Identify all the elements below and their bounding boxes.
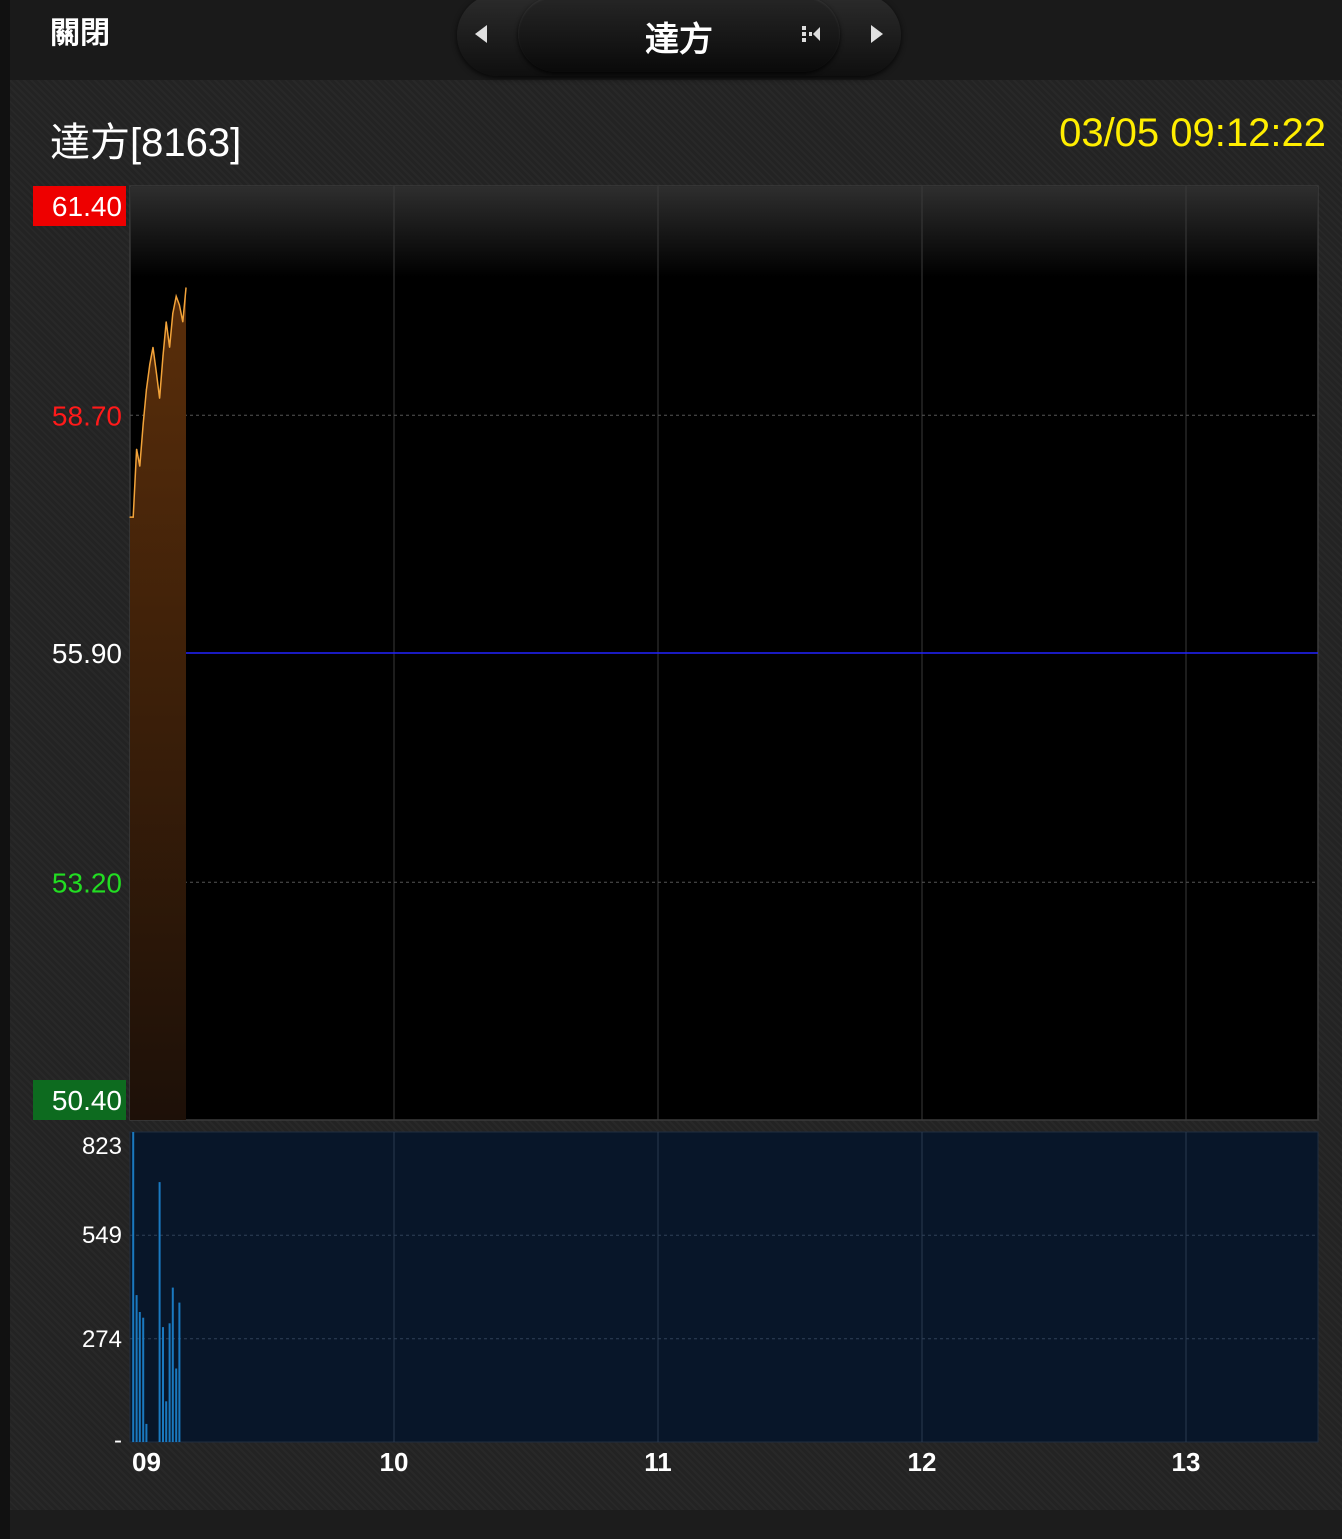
time-tick-label: 12	[908, 1447, 937, 1477]
price-point	[136, 448, 138, 450]
volume-bar	[171, 1287, 174, 1442]
volume-bar	[165, 1401, 168, 1442]
volume-tick-label: -	[114, 1427, 122, 1454]
price-point	[162, 355, 164, 357]
price-point	[185, 287, 187, 289]
price-tick-label: 55.90	[52, 638, 122, 669]
volume-plot-area	[129, 1131, 1319, 1443]
price-point	[149, 363, 151, 365]
price-point	[142, 423, 144, 425]
volume-bar	[175, 1368, 178, 1442]
price-tick-label: 53.20	[52, 867, 122, 898]
volume-bar	[162, 1327, 164, 1442]
price-point	[178, 304, 180, 306]
price-point	[169, 346, 171, 348]
intraday-chart: 61.40 58.70 55.90 53.20 50.40 823 549 274 - 09 1…	[33, 185, 1319, 1477]
time-tick-label: 11	[644, 1447, 672, 1477]
price-tick-label: 58.70	[52, 400, 122, 431]
price-point	[165, 321, 167, 323]
price-point	[145, 389, 147, 391]
price-point	[158, 397, 161, 399]
volume-bar	[135, 1295, 138, 1442]
price-point	[175, 295, 177, 297]
volume-bar	[138, 1312, 141, 1442]
price-tick-label: 61.40	[52, 191, 122, 222]
price-point	[172, 312, 174, 314]
volume-tick-label: 823	[82, 1133, 122, 1160]
volume-bar	[168, 1323, 171, 1442]
volume-tick-label: 549	[82, 1222, 122, 1249]
price-point	[155, 372, 157, 374]
time-tick-label: 10	[380, 1447, 409, 1477]
price-point	[132, 516, 134, 518]
volume-tick-label: 274	[82, 1326, 122, 1353]
volume-bar	[178, 1302, 181, 1442]
time-tick-label: 13	[1172, 1447, 1201, 1477]
volume-bar	[132, 1132, 135, 1442]
price-point	[152, 346, 154, 348]
volume-bar	[158, 1182, 161, 1442]
time-tick-label: 09	[132, 1447, 161, 1477]
price-plot-top-shade	[131, 187, 1317, 277]
price-point	[129, 516, 131, 518]
price-point	[182, 321, 184, 323]
volume-bar	[145, 1423, 148, 1442]
volume-bar	[142, 1317, 145, 1442]
price-tick-label: 50.40	[52, 1085, 122, 1116]
price-point	[139, 465, 141, 467]
